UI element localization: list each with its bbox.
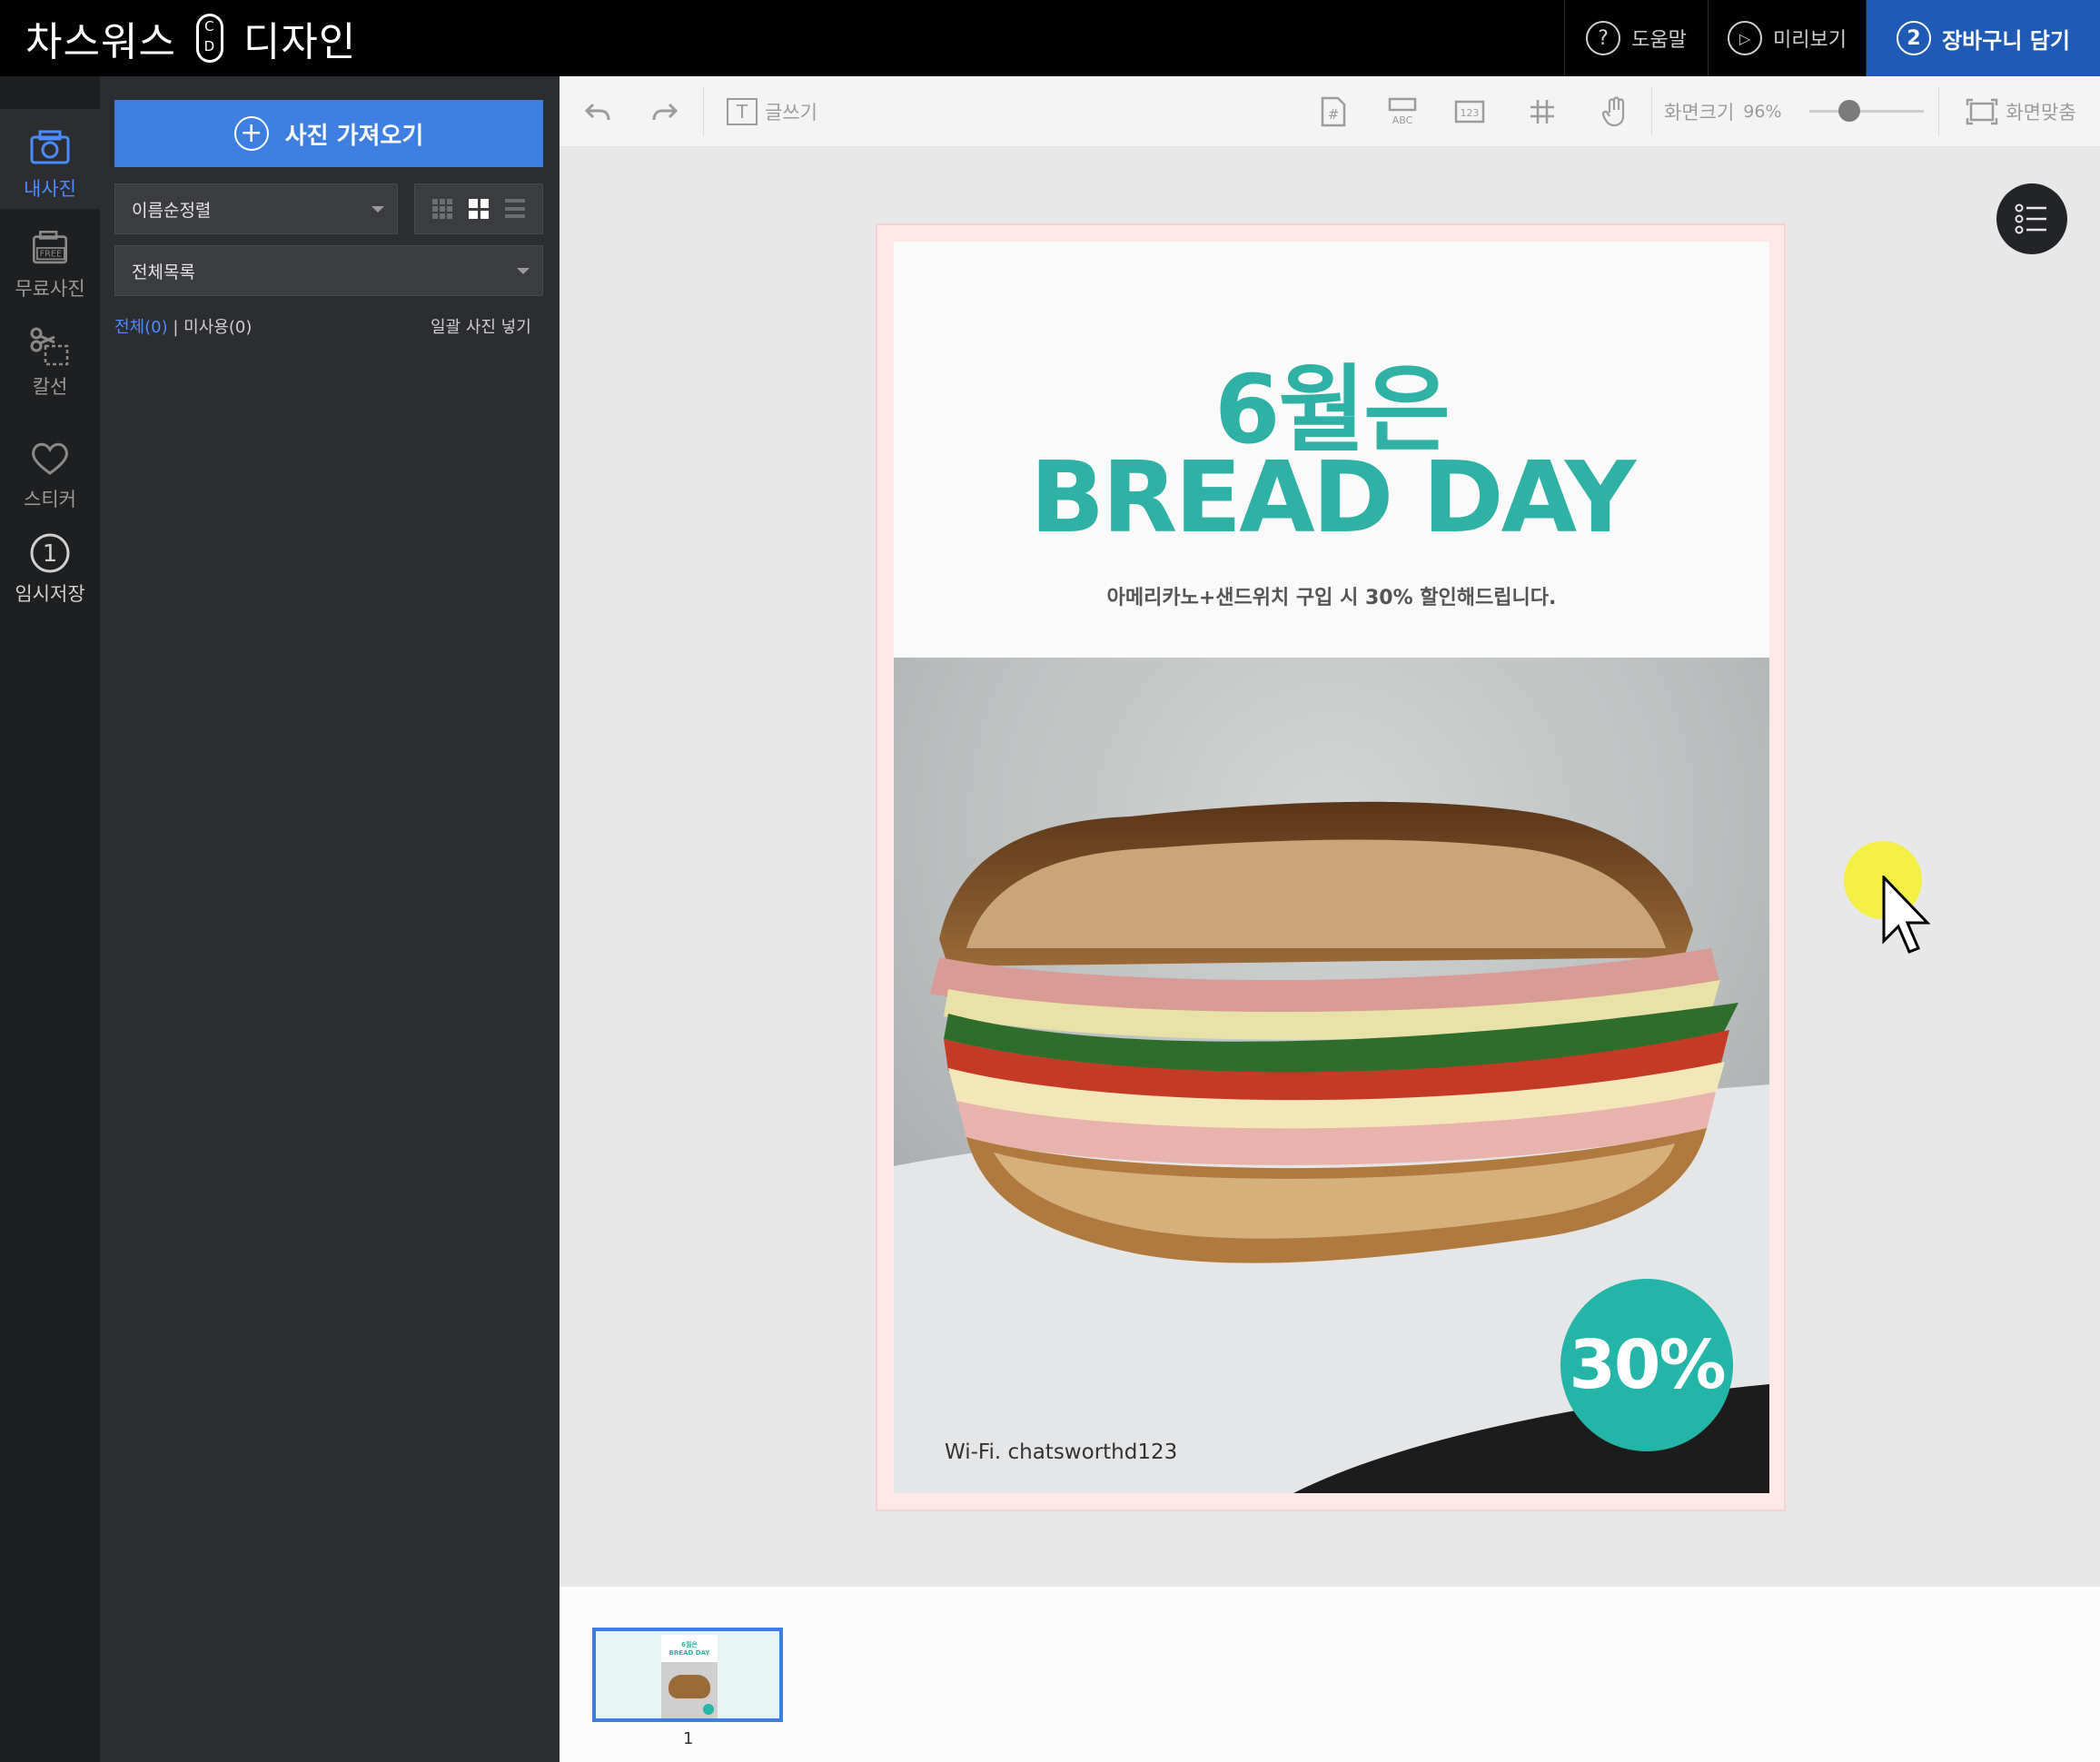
thumb-photo <box>661 1662 718 1718</box>
thumbnail-design: 6월은 BREAD DAY <box>661 1635 718 1718</box>
nav-item-cutline[interactable]: 칼선 <box>0 325 100 401</box>
app-logo: 차스워스 CD 디자인 <box>25 11 356 65</box>
headline-bread-day[interactable]: BREAD DAY <box>894 441 1769 555</box>
nav-item-free-photos[interactable]: FREE 무료사진 <box>0 227 100 303</box>
logo-text-left: 차스워스 <box>25 19 176 65</box>
photo-filter: 전체(0) | 미사용(0) <box>114 314 252 338</box>
nav-label-my-photos: 내사진 <box>24 178 76 200</box>
nav-label-sticker: 스티커 <box>24 489 76 510</box>
play-icon: ▷ <box>1728 21 1763 55</box>
filter-separator: | <box>173 318 179 337</box>
sort-dropdown[interactable]: 이름순정렬 <box>114 183 398 234</box>
folder-dropdown[interactable]: 전체목록 <box>114 245 543 296</box>
preview-button[interactable]: ▷ 미리보기 <box>1708 0 1866 76</box>
view-mode-toggle <box>414 183 543 234</box>
fit-screen-button[interactable]: 화면맞춤 <box>1953 76 2089 147</box>
mouse-cursor-icon <box>1882 876 1931 954</box>
toolbar-divider <box>1938 87 1939 136</box>
write-text-button[interactable]: T 글쓰기 <box>718 76 827 147</box>
nav-item-my-photos[interactable]: 내사진 <box>0 109 100 209</box>
page-number: 1 <box>683 1729 694 1748</box>
save-count-icon: 1 <box>29 532 71 574</box>
thumb-title-bread-day: BREAD DAY <box>669 1649 710 1657</box>
wifi-info-text[interactable]: Wi-Fi. chatsworthd123 <box>945 1440 1177 1464</box>
nav-item-sticker[interactable]: 스티커 <box>0 438 100 514</box>
heart-icon <box>29 438 71 480</box>
promo-subtext[interactable]: 아메리카노+샌드위치 구입 시 30% 할인해드립니다. <box>894 581 1769 610</box>
help-icon: ? <box>1586 21 1621 55</box>
page-strip <box>560 1586 2100 1762</box>
page-number-icon[interactable]: # <box>1308 76 1359 147</box>
nav-item-temp-save[interactable]: 1 임시저장 <box>0 532 100 609</box>
fit-screen-icon <box>1966 98 1998 125</box>
layers-menu-button[interactable] <box>1996 183 2067 254</box>
import-photo-label: 사진 가져오기 <box>284 122 424 150</box>
filter-unused-link[interactable]: 미사용(0) <box>183 318 252 337</box>
list-view-icon[interactable] <box>505 199 525 219</box>
chevron-down-icon <box>517 268 530 274</box>
help-label: 도움말 <box>1631 29 1687 52</box>
step-two-icon: 2 <box>1897 21 1932 55</box>
large-grid-view-icon[interactable] <box>469 199 489 219</box>
import-photo-button[interactable]: + 사진 가져오기 <box>114 100 543 167</box>
svg-text:FREE: FREE <box>40 250 63 260</box>
sort-value: 이름순정렬 <box>132 200 212 221</box>
nav-label-cutline: 칼선 <box>32 376 68 398</box>
page-thumbnail[interactable]: 6월은 BREAD DAY <box>592 1628 783 1722</box>
folder-value: 전체목록 <box>132 262 195 282</box>
zoom-slider-handle[interactable] <box>1838 100 1861 122</box>
list-icon <box>2015 203 2046 234</box>
chevron-down-icon <box>371 206 384 213</box>
logo-text-right: 디자인 <box>243 19 357 65</box>
zoom-label-group: 화면크기 96% <box>1664 76 1791 147</box>
grid-icon[interactable] <box>1517 76 1568 147</box>
scissors-icon <box>29 325 71 367</box>
design-page[interactable]: 6월은 BREAD DAY 아메리카노+샌드위치 구입 시 30% 할인해드립니… <box>894 242 1769 1493</box>
svg-text:123: 123 <box>1461 107 1480 119</box>
fit-screen-label: 화면맞춤 <box>2006 102 2076 124</box>
undo-icon[interactable] <box>572 76 623 147</box>
zoom-value: 96% <box>1743 102 1782 122</box>
redo-icon[interactable] <box>639 76 690 147</box>
hand-icon[interactable] <box>1590 76 1640 147</box>
text-abc-icon[interactable]: ABC <box>1377 76 1428 147</box>
photo-icon <box>29 127 71 169</box>
filter-all-link[interactable]: 전체(0) <box>114 318 168 337</box>
add-to-cart-button[interactable]: 2 장바구니 담기 <box>1866 0 2100 76</box>
bulk-insert-link[interactable]: 일괄 사진 넣기 <box>431 314 531 338</box>
nav-label-temp-save: 임시저장 <box>15 583 85 605</box>
small-grid-view-icon[interactable] <box>432 199 452 219</box>
toolbar-divider <box>703 87 704 136</box>
toolbar-divider <box>1651 87 1652 136</box>
zoom-label: 화면크기 <box>1664 102 1735 124</box>
discount-badge[interactable]: 30% <box>1560 1279 1733 1451</box>
help-button[interactable]: ? 도움말 <box>1564 0 1708 76</box>
write-text-label: 글쓰기 <box>765 102 817 124</box>
temp-save-count: 1 <box>43 540 58 568</box>
number-123-icon[interactable]: 123 <box>1444 76 1495 147</box>
free-photo-icon: FREE <box>29 227 71 269</box>
add-to-cart-label: 장바구니 담기 <box>1942 27 2070 54</box>
preview-label: 미리보기 <box>1773 29 1847 52</box>
plus-icon: + <box>233 116 269 151</box>
svg-text:ABC: ABC <box>1392 114 1413 126</box>
svg-text:#: # <box>1328 106 1340 123</box>
logo-cd-badge: CD <box>195 14 223 63</box>
nav-label-free-photos: 무료사진 <box>15 278 85 300</box>
thumb-title-month: 6월은 <box>681 1641 698 1648</box>
zoom-slider-track[interactable] <box>1809 110 1924 113</box>
text-box-icon: T <box>727 98 758 125</box>
